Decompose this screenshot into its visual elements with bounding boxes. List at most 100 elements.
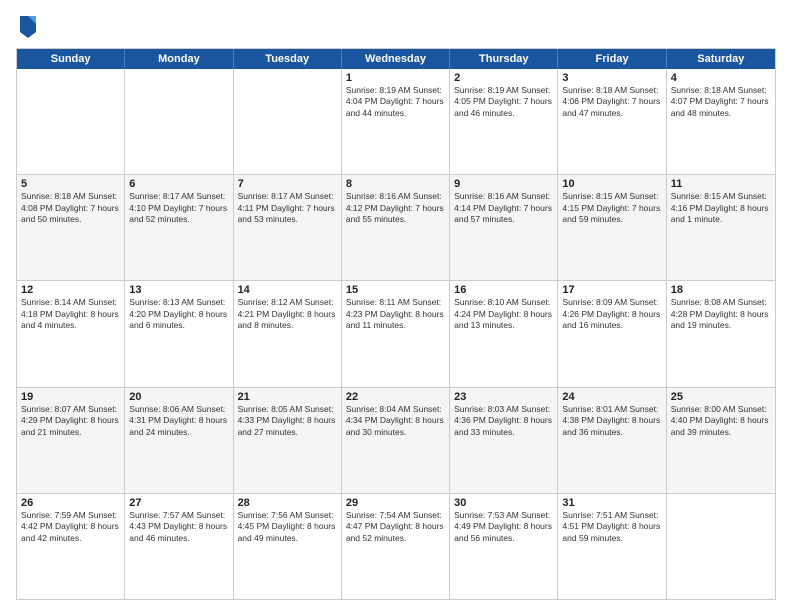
calendar-cell-r4-c6 [667,494,775,599]
calendar-cell-r0-c5: 3Sunrise: 8:18 AM Sunset: 4:06 PM Daylig… [558,69,666,174]
cell-info: Sunrise: 8:15 AM Sunset: 4:16 PM Dayligh… [671,191,771,225]
cell-info: Sunrise: 8:04 AM Sunset: 4:34 PM Dayligh… [346,404,445,438]
day-number: 2 [454,72,553,84]
calendar-cell-r4-c4: 30Sunrise: 7:53 AM Sunset: 4:49 PM Dayli… [450,494,558,599]
day-number: 10 [562,178,661,190]
cell-info: Sunrise: 8:12 AM Sunset: 4:21 PM Dayligh… [238,297,337,331]
cell-info: Sunrise: 8:16 AM Sunset: 4:12 PM Dayligh… [346,191,445,225]
day-number: 22 [346,391,445,403]
weekday-header-wednesday: Wednesday [342,49,450,69]
cell-info: Sunrise: 8:10 AM Sunset: 4:24 PM Dayligh… [454,297,553,331]
calendar-cell-r3-c1: 20Sunrise: 8:06 AM Sunset: 4:31 PM Dayli… [125,388,233,493]
calendar-cell-r1-c1: 6Sunrise: 8:17 AM Sunset: 4:10 PM Daylig… [125,175,233,280]
calendar-cell-r3-c2: 21Sunrise: 8:05 AM Sunset: 4:33 PM Dayli… [234,388,342,493]
day-number: 8 [346,178,445,190]
cell-info: Sunrise: 8:01 AM Sunset: 4:38 PM Dayligh… [562,404,661,438]
day-number: 20 [129,391,228,403]
cell-info: Sunrise: 8:07 AM Sunset: 4:29 PM Dayligh… [21,404,120,438]
calendar-cell-r0-c3: 1Sunrise: 8:19 AM Sunset: 4:04 PM Daylig… [342,69,450,174]
cell-info: Sunrise: 8:11 AM Sunset: 4:23 PM Dayligh… [346,297,445,331]
cell-info: Sunrise: 8:17 AM Sunset: 4:11 PM Dayligh… [238,191,337,225]
day-number: 7 [238,178,337,190]
calendar-cell-r4-c1: 27Sunrise: 7:57 AM Sunset: 4:43 PM Dayli… [125,494,233,599]
calendar-cell-r3-c6: 25Sunrise: 8:00 AM Sunset: 4:40 PM Dayli… [667,388,775,493]
calendar-cell-r2-c3: 15Sunrise: 8:11 AM Sunset: 4:23 PM Dayli… [342,281,450,386]
day-number: 30 [454,497,553,509]
cell-info: Sunrise: 8:00 AM Sunset: 4:40 PM Dayligh… [671,404,771,438]
calendar-cell-r0-c0 [17,69,125,174]
day-number: 28 [238,497,337,509]
weekday-header-monday: Monday [125,49,233,69]
calendar-cell-r0-c1 [125,69,233,174]
calendar-cell-r1-c3: 8Sunrise: 8:16 AM Sunset: 4:12 PM Daylig… [342,175,450,280]
header [16,12,776,40]
day-number: 5 [21,178,120,190]
cell-info: Sunrise: 8:18 AM Sunset: 4:07 PM Dayligh… [671,85,771,119]
day-number: 11 [671,178,771,190]
cell-info: Sunrise: 8:19 AM Sunset: 4:04 PM Dayligh… [346,85,445,119]
calendar-cell-r1-c2: 7Sunrise: 8:17 AM Sunset: 4:11 PM Daylig… [234,175,342,280]
day-number: 23 [454,391,553,403]
day-number: 12 [21,284,120,296]
day-number: 26 [21,497,120,509]
cell-info: Sunrise: 8:05 AM Sunset: 4:33 PM Dayligh… [238,404,337,438]
cell-info: Sunrise: 8:16 AM Sunset: 4:14 PM Dayligh… [454,191,553,225]
cell-info: Sunrise: 8:18 AM Sunset: 4:06 PM Dayligh… [562,85,661,119]
cell-info: Sunrise: 8:13 AM Sunset: 4:20 PM Dayligh… [129,297,228,331]
day-number: 24 [562,391,661,403]
day-number: 6 [129,178,228,190]
day-number: 14 [238,284,337,296]
calendar-cell-r3-c3: 22Sunrise: 8:04 AM Sunset: 4:34 PM Dayli… [342,388,450,493]
cell-info: Sunrise: 7:54 AM Sunset: 4:47 PM Dayligh… [346,510,445,544]
cell-info: Sunrise: 8:15 AM Sunset: 4:15 PM Dayligh… [562,191,661,225]
calendar-cell-r4-c5: 31Sunrise: 7:51 AM Sunset: 4:51 PM Dayli… [558,494,666,599]
calendar-cell-r2-c5: 17Sunrise: 8:09 AM Sunset: 4:26 PM Dayli… [558,281,666,386]
calendar-cell-r2-c2: 14Sunrise: 8:12 AM Sunset: 4:21 PM Dayli… [234,281,342,386]
cell-info: Sunrise: 8:19 AM Sunset: 4:05 PM Dayligh… [454,85,553,119]
cell-info: Sunrise: 7:56 AM Sunset: 4:45 PM Dayligh… [238,510,337,544]
logo [16,12,44,40]
day-number: 3 [562,72,661,84]
logo-icon [16,12,40,40]
calendar-cell-r1-c5: 10Sunrise: 8:15 AM Sunset: 4:15 PM Dayli… [558,175,666,280]
weekday-header-saturday: Saturday [667,49,775,69]
calendar-cell-r1-c6: 11Sunrise: 8:15 AM Sunset: 4:16 PM Dayli… [667,175,775,280]
calendar-cell-r2-c0: 12Sunrise: 8:14 AM Sunset: 4:18 PM Dayli… [17,281,125,386]
cell-info: Sunrise: 8:06 AM Sunset: 4:31 PM Dayligh… [129,404,228,438]
calendar-cell-r1-c0: 5Sunrise: 8:18 AM Sunset: 4:08 PM Daylig… [17,175,125,280]
page: SundayMondayTuesdayWednesdayThursdayFrid… [0,0,792,612]
weekday-header-sunday: Sunday [17,49,125,69]
calendar: SundayMondayTuesdayWednesdayThursdayFrid… [16,48,776,600]
calendar-cell-r3-c0: 19Sunrise: 8:07 AM Sunset: 4:29 PM Dayli… [17,388,125,493]
day-number: 17 [562,284,661,296]
calendar-cell-r2-c4: 16Sunrise: 8:10 AM Sunset: 4:24 PM Dayli… [450,281,558,386]
cell-info: Sunrise: 7:59 AM Sunset: 4:42 PM Dayligh… [21,510,120,544]
cell-info: Sunrise: 8:14 AM Sunset: 4:18 PM Dayligh… [21,297,120,331]
day-number: 19 [21,391,120,403]
cell-info: Sunrise: 8:17 AM Sunset: 4:10 PM Dayligh… [129,191,228,225]
cell-info: Sunrise: 8:18 AM Sunset: 4:08 PM Dayligh… [21,191,120,225]
cell-info: Sunrise: 7:57 AM Sunset: 4:43 PM Dayligh… [129,510,228,544]
calendar-cell-r4-c3: 29Sunrise: 7:54 AM Sunset: 4:47 PM Dayli… [342,494,450,599]
day-number: 21 [238,391,337,403]
calendar-body: 1Sunrise: 8:19 AM Sunset: 4:04 PM Daylig… [17,69,775,599]
day-number: 13 [129,284,228,296]
calendar-cell-r4-c0: 26Sunrise: 7:59 AM Sunset: 4:42 PM Dayli… [17,494,125,599]
day-number: 15 [346,284,445,296]
day-number: 18 [671,284,771,296]
calendar-header: SundayMondayTuesdayWednesdayThursdayFrid… [17,49,775,69]
calendar-row-0: 1Sunrise: 8:19 AM Sunset: 4:04 PM Daylig… [17,69,775,174]
calendar-cell-r0-c4: 2Sunrise: 8:19 AM Sunset: 4:05 PM Daylig… [450,69,558,174]
calendar-cell-r0-c2 [234,69,342,174]
weekday-header-friday: Friday [558,49,666,69]
day-number: 31 [562,497,661,509]
cell-info: Sunrise: 8:09 AM Sunset: 4:26 PM Dayligh… [562,297,661,331]
weekday-header-thursday: Thursday [450,49,558,69]
calendar-cell-r3-c5: 24Sunrise: 8:01 AM Sunset: 4:38 PM Dayli… [558,388,666,493]
day-number: 27 [129,497,228,509]
calendar-cell-r3-c4: 23Sunrise: 8:03 AM Sunset: 4:36 PM Dayli… [450,388,558,493]
cell-info: Sunrise: 8:03 AM Sunset: 4:36 PM Dayligh… [454,404,553,438]
calendar-row-3: 19Sunrise: 8:07 AM Sunset: 4:29 PM Dayli… [17,387,775,493]
day-number: 25 [671,391,771,403]
calendar-cell-r2-c6: 18Sunrise: 8:08 AM Sunset: 4:28 PM Dayli… [667,281,775,386]
